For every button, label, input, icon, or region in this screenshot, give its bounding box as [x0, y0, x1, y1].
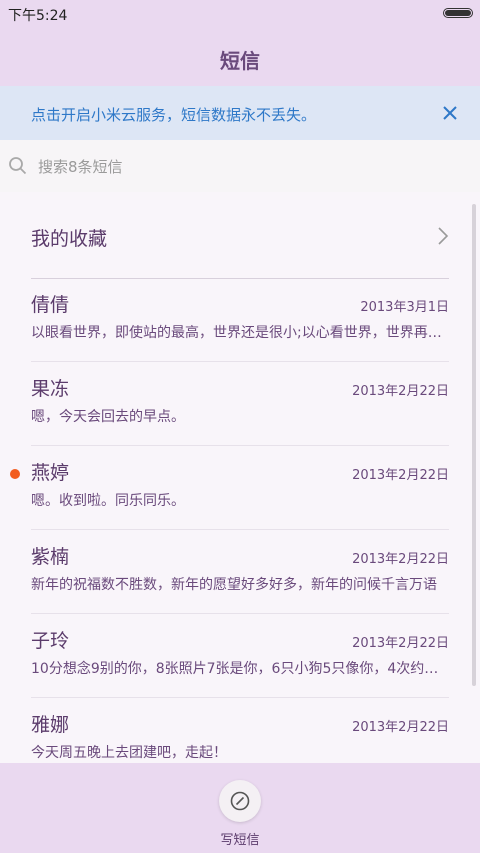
contact-name: 倩倩 [31, 294, 70, 316]
close-icon[interactable] [436, 99, 464, 127]
message-date: 2013年2月22日 [352, 384, 449, 399]
conversation-item[interactable]: 子玲 2013年2月22日 10分想念9别的你，8张照片7张是你，6只小狗5只像… [31, 614, 449, 698]
compose-icon [229, 790, 251, 812]
app-header: 短信 [0, 28, 480, 86]
message-preview: 以眼看世界，即使站的最高，世界还是很小;以心看世界，世界再大也能装下 [31, 325, 449, 341]
cloud-banner[interactable]: 点击开启小米云服务，短信数据永不丢失。 [0, 86, 480, 140]
contact-name: 果冻 [31, 378, 70, 400]
message-preview: 嗯。收到啦。同乐同乐。 [31, 493, 185, 509]
status-time: 下午5:24 [8, 8, 68, 24]
contact-name: 紫楠 [31, 546, 70, 568]
conversation-item[interactable]: 雅娜 2013年2月22日 今天周五晚上去团建吧，走起！ [31, 698, 449, 763]
message-preview: 新年的祝福数不胜数，新年的愿望好多好多，新年的问候千言万语 [31, 577, 437, 593]
contact-name: 子玲 [31, 630, 70, 652]
favorites-label: 我的收藏 [31, 228, 108, 250]
message-preview: 嗯，今天会回去的早点。 [31, 409, 185, 425]
conversation-item[interactable]: 倩倩 2013年3月1日 以眼看世界，即使站的最高，世界还是很小;以心看世界，世… [31, 278, 449, 362]
search-bar [0, 140, 480, 192]
contact-name: 雅娜 [31, 714, 70, 736]
compose-button[interactable] [219, 780, 261, 822]
message-date: 2013年2月22日 [352, 720, 449, 735]
battery-icon [443, 8, 473, 18]
message-date: 2013年2月22日 [352, 468, 449, 483]
chevron-right-icon [437, 226, 449, 246]
banner-text[interactable]: 点击开启小米云服务，短信数据永不丢失。 [31, 104, 316, 125]
conversation-item[interactable]: 燕婷 2013年2月22日 嗯。收到啦。同乐同乐。 [10, 446, 449, 530]
status-bar: 下午5:24 [0, 0, 480, 28]
bottom-bar: 写短信 [0, 763, 480, 853]
message-date: 2013年2月22日 [352, 636, 449, 651]
contact-name: 燕婷 [31, 462, 70, 484]
message-list[interactable]: 我的收藏 倩倩 2013年3月1日 以眼看世界，即使站的最高，世界还是很小;以心… [0, 192, 480, 763]
message-date: 2013年2月22日 [352, 552, 449, 567]
message-date: 2013年3月1日 [360, 300, 449, 315]
compose-label[interactable]: 写短信 [0, 829, 480, 848]
page-title: 短信 [220, 49, 260, 73]
favorites-row[interactable]: 我的收藏 [31, 192, 449, 279]
search-icon [8, 156, 28, 176]
conversation-item[interactable]: 紫楠 2013年2月22日 新年的祝福数不胜数，新年的愿望好多好多，新年的问候千… [31, 530, 449, 614]
scrollbar[interactable] [472, 204, 476, 686]
message-preview: 10分想念9别的你，8张照片7张是你，6只小狗5只像你，4次约会3次等你 [31, 661, 449, 677]
message-preview: 今天周五晚上去团建吧，走起！ [31, 745, 227, 761]
search-input[interactable] [36, 154, 460, 180]
unread-indicator [10, 469, 20, 479]
conversation-item[interactable]: 果冻 2013年2月22日 嗯，今天会回去的早点。 [31, 362, 449, 446]
